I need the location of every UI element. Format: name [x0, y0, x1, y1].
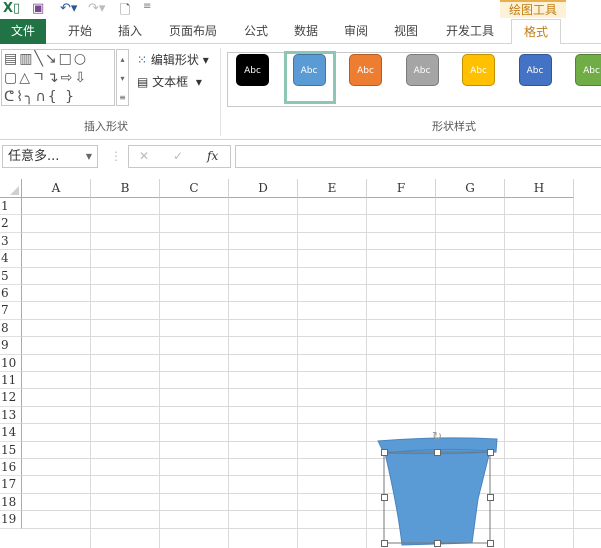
tab-home[interactable]: 开始: [60, 19, 100, 44]
chevron-down-icon[interactable]: ▼: [86, 146, 92, 167]
text-box-icon: ▤: [137, 75, 149, 89]
shapes-scroll[interactable]: ▴ ▾ ≡: [116, 49, 129, 106]
shapes-gallery[interactable]: ▤▥╲↘□○ ▢△ㄱ↴⇨⇩ ᕦ⌇╮∩{ }: [1, 49, 115, 106]
resize-handle[interactable]: [487, 540, 494, 547]
tab-developer[interactable]: 开发工具: [440, 19, 500, 44]
shape-row[interactable]: ▤▥╲↘□○: [4, 50, 114, 69]
resize-handle[interactable]: [434, 540, 441, 547]
edit-shape-button[interactable]: ⁙ 编辑形状 ▾: [137, 51, 209, 68]
shape-style-swatch[interactable]: Abc: [518, 54, 552, 86]
formula-bar: 任意多... ▼ ⋮ ✕ ✓ fx: [0, 145, 601, 169]
tab-review[interactable]: 审阅: [336, 19, 376, 44]
tab-format[interactable]: 格式: [511, 19, 561, 45]
insert-function-icon[interactable]: fx: [207, 149, 218, 163]
resize-handle[interactable]: [381, 540, 388, 547]
tab-formulas[interactable]: 公式: [236, 19, 276, 44]
shape-row[interactable]: ᕦ⌇╮∩{ }: [4, 88, 114, 107]
tab-view[interactable]: 视图: [386, 19, 426, 44]
ribbon-tabs: 文件 开始 插入 页面布局 公式 数据 审阅 视图 开发工具 格式: [0, 19, 601, 45]
worksheet-grid[interactable]: ABCDEFGH 1 2 3 4 5 6 7 8 9 10 11 12 13 14 15 16 17 18 19 ↻: [0, 179, 601, 548]
resize-handle[interactable]: [487, 449, 494, 456]
save-icon[interactable]: ▣: [32, 1, 44, 16]
excel-icon: X▯: [3, 1, 21, 16]
resize-handle[interactable]: [434, 449, 441, 456]
formula-buttons: ✕ ✓ fx: [128, 145, 231, 168]
group-label-shape-styles: 形状样式: [432, 120, 476, 133]
customize-icon[interactable]: ≡: [143, 1, 151, 12]
shape-style-swatch[interactable]: Abc: [349, 54, 382, 86]
formula-input[interactable]: [235, 145, 601, 168]
text-box-button[interactable]: ▤ 文本框 ▾: [137, 73, 202, 90]
name-box[interactable]: 任意多... ▼: [2, 145, 98, 168]
resize-handle[interactable]: [487, 494, 494, 501]
tab-insert[interactable]: 插入: [110, 19, 150, 44]
selected-style-highlight: [283, 51, 336, 104]
rotate-handle-icon[interactable]: ↻: [432, 429, 442, 443]
shape-style-swatch[interactable]: Abc: [462, 54, 495, 86]
ribbon: ▤▥╲↘□○ ▢△ㄱ↴⇨⇩ ᕦ⌇╮∩{ } ▴ ▾ ≡ ⁙ 编辑形状 ▾ ▤ 文本框…: [0, 44, 601, 140]
edit-shape-icon: ⁙: [137, 53, 148, 67]
title-bar: X▯ ▣ ↶▾ ↷▾ 🗋 ≡ 绘图工具: [0, 0, 601, 19]
enter-icon[interactable]: ✓: [173, 149, 183, 163]
cancel-icon[interactable]: ✕: [139, 149, 149, 163]
shape-style-swatch[interactable]: Abc: [405, 54, 439, 86]
tab-page-layout[interactable]: 页面布局: [163, 19, 223, 44]
formula-bar-splitter[interactable]: ⋮: [110, 149, 122, 163]
tab-file[interactable]: 文件: [0, 19, 46, 44]
undo-icon[interactable]: ↶▾: [60, 1, 77, 16]
tab-data[interactable]: 数据: [286, 19, 326, 44]
resize-handle[interactable]: [381, 449, 388, 456]
freeform-shape-layer: ↻: [377, 429, 498, 546]
group-label-insert-shapes: 插入形状: [84, 120, 128, 133]
group-divider: [220, 48, 221, 136]
shape-style-swatch[interactable]: Abc: [575, 54, 601, 86]
resize-handle[interactable]: [381, 494, 388, 501]
shape-row[interactable]: ▢△ㄱ↴⇨⇩: [4, 69, 114, 88]
context-tab-drawing-tools: 绘图工具: [500, 0, 566, 18]
redo-icon[interactable]: ↷▾: [88, 1, 105, 16]
shape-style-swatch[interactable]: Abc: [236, 54, 269, 86]
